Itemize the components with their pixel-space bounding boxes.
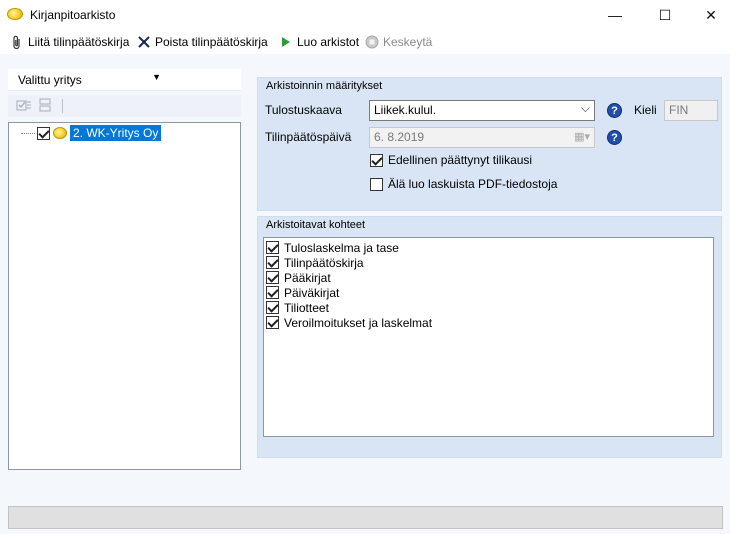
no-pdf-label: Älä luo laskuista PDF-tiedostoja [388, 177, 558, 191]
remove-report-label: Poista tilinpäätöskirja [155, 35, 268, 49]
minimize-button[interactable]: — [592, 0, 638, 30]
attach-report-label: Liitä tilinpäätöskirja [28, 35, 130, 49]
item-checkbox[interactable] [266, 241, 279, 254]
tree-node-label: 2. WK-Yritys Oy [70, 125, 162, 141]
previous-period-checkbox[interactable] [370, 153, 383, 167]
tree-toolbar [8, 95, 241, 117]
kieli-field[interactable]: FIN [664, 100, 718, 121]
date-help-icon[interactable]: ? [607, 130, 622, 145]
window-title: Kirjanpitoarkisto [30, 8, 116, 22]
item-label: Päiväkirjat [284, 285, 340, 300]
previous-period-row[interactable]: Edellinen päättynyt tilikausi [370, 153, 532, 167]
progress-bar [8, 506, 723, 529]
list-item[interactable]: Tiliotteet [264, 300, 713, 315]
calendar-icon: ▦▾ [574, 131, 590, 143]
tree-connector [21, 132, 35, 134]
tulostuskaava-label: Tulostuskaava [265, 103, 342, 117]
item-checkbox[interactable] [266, 301, 279, 314]
list-item[interactable]: Veroilmoitukset ja laskelmat [264, 315, 713, 330]
previous-period-label: Edellinen päättynyt tilikausi [388, 153, 533, 167]
list-item[interactable]: Tilinpäätöskirja [264, 255, 713, 270]
list-item[interactable]: Pääkirjat [264, 270, 713, 285]
date-value: 6. 8.2019 [374, 130, 425, 144]
app-coin-icon [7, 8, 23, 20]
play-icon [279, 34, 293, 50]
chevron-down-icon: ⌵ [580, 101, 590, 115]
list-item[interactable]: Tuloslaskelma ja tase [264, 240, 713, 255]
archivable-items-list: Tuloslaskelma ja tase Tilinpäätöskirja P… [263, 237, 714, 437]
date-label: Tilinpäätöspäivä [265, 130, 352, 144]
archivable-items-title: Arkistoitavat kohteet [266, 219, 366, 231]
close-button[interactable]: ✕ [688, 0, 730, 30]
company-tree: 2. WK-Yritys Oy [8, 122, 241, 470]
uncheck-all-icon[interactable] [38, 98, 52, 115]
item-checkbox[interactable] [266, 271, 279, 284]
title-bar: Kirjanpitoarkisto — ☐ ✕ [0, 0, 730, 30]
tree-node-company[interactable]: 2. WK-Yritys Oy [21, 125, 162, 141]
item-label: Tuloslaskelma ja tase [284, 240, 399, 255]
create-archives-button[interactable]: Luo arkistot [279, 32, 359, 52]
dropdown-arrow-icon: ▼ [152, 72, 161, 82]
date-picker[interactable]: 6. 8.2019 ▦▾ [369, 127, 595, 148]
cancel-label: Keskeytä [383, 35, 433, 49]
archive-settings-title: Arkistoinnin määritykset [266, 80, 383, 92]
company-select-value: Valittu yritys [18, 73, 82, 87]
item-checkbox[interactable] [266, 256, 279, 269]
x-mark-icon [137, 34, 151, 50]
company-coin-icon [53, 127, 67, 139]
maximize-button[interactable]: ☐ [642, 0, 688, 30]
remove-report-button[interactable]: Poista tilinpäätöskirja [137, 32, 268, 52]
tree-node-checkbox[interactable] [37, 126, 50, 140]
no-pdf-checkbox[interactable] [370, 177, 383, 191]
item-label: Tiliotteet [284, 300, 329, 315]
item-checkbox[interactable] [266, 316, 279, 329]
stop-icon [365, 34, 379, 50]
tulostuskaava-select[interactable]: Liikek.kulul. ⌵ [369, 100, 595, 121]
item-checkbox[interactable] [266, 286, 279, 299]
paperclip-icon [10, 34, 24, 50]
tulostuskaava-value: Liikek.kulul. [374, 103, 437, 117]
create-archives-label: Luo arkistot [297, 35, 360, 49]
toolbar: Liitä tilinpäätöskirja Poista tilinpäätö… [0, 30, 730, 54]
cancel-button[interactable]: Keskeytä [365, 32, 432, 52]
item-label: Veroilmoitukset ja laskelmat [284, 315, 433, 330]
item-label: Tilinpäätöskirja [284, 255, 364, 270]
item-label: Pääkirjat [284, 270, 331, 285]
kieli-label: Kieli [634, 103, 657, 117]
attach-report-button[interactable]: Liitä tilinpäätöskirja [10, 32, 129, 52]
company-panel: Valittu yritys ▼ 2. WK-Yritys Oy [8, 69, 241, 470]
list-item[interactable]: Päiväkirjat [264, 285, 713, 300]
check-all-icon[interactable] [16, 98, 32, 115]
help-icon[interactable]: ? [607, 103, 622, 118]
no-pdf-row[interactable]: Älä luo laskuista PDF-tiedostoja [370, 177, 557, 191]
toolbar-separator [62, 99, 63, 113]
company-select[interactable]: Valittu yritys ▼ [8, 69, 241, 91]
